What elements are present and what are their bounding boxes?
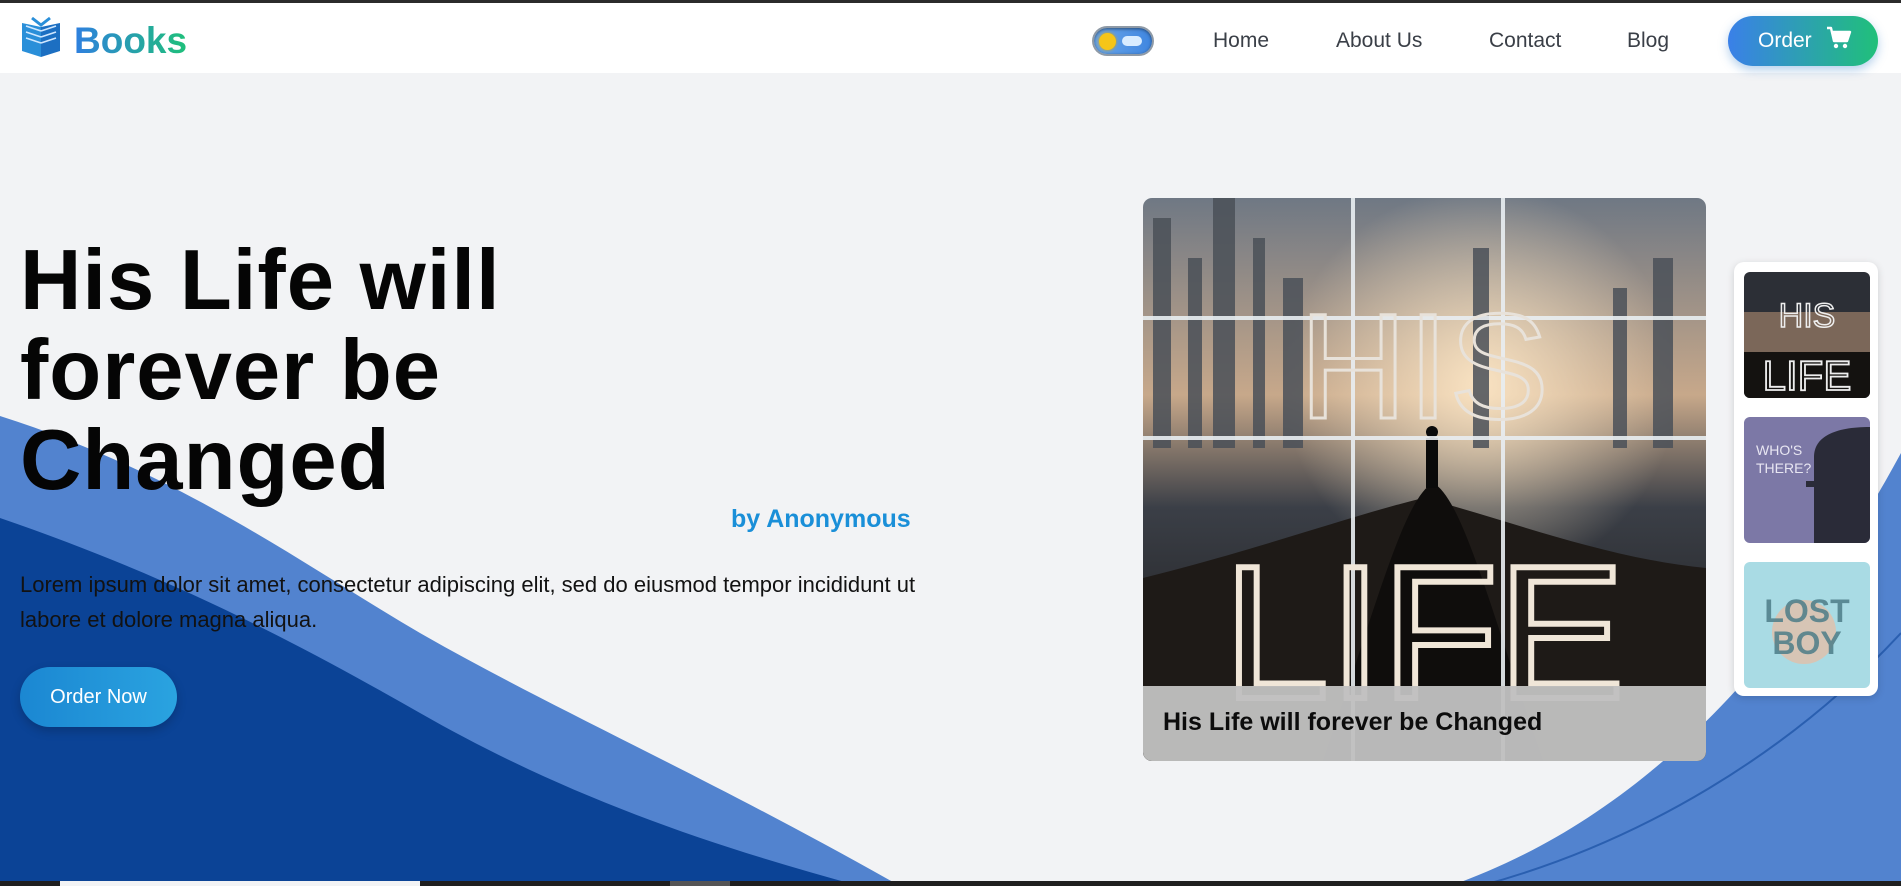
scroll-segment: [670, 881, 730, 886]
cloud-icon: [1122, 36, 1142, 46]
bottom-scroll-indicator: [0, 881, 1901, 886]
brand-name: Books: [74, 19, 188, 61]
nav-blog[interactable]: Blog: [1627, 29, 1669, 53]
thumbnail-lost-boy[interactable]: LOST BOY: [1744, 562, 1870, 688]
order-button-label: Order: [1758, 29, 1812, 52]
theme-toggle[interactable]: [1094, 28, 1152, 54]
svg-text:LIFE: LIFE: [1763, 352, 1852, 398]
order-now-button[interactable]: Order Now: [20, 667, 177, 727]
nav-contact[interactable]: Contact: [1489, 29, 1561, 53]
svg-text:HIS: HIS: [1779, 297, 1836, 335]
featured-cover-art: HIS LIFE: [1143, 198, 1706, 761]
site-header: Books Home About Us Contact Blog Order: [0, 3, 1901, 73]
cart-icon: [1826, 26, 1852, 56]
hero-title: His Life will forever be Changed: [20, 233, 501, 508]
scroll-segment-active: [60, 881, 420, 886]
svg-text:THERE?: THERE?: [1756, 460, 1811, 476]
featured-caption: His Life will forever be Changed: [1143, 686, 1706, 761]
thumbnail-his-life[interactable]: HIS LIFE: [1744, 272, 1870, 398]
nav-about-us[interactable]: About Us: [1336, 29, 1422, 53]
featured-cover-title-top: HIS: [1299, 282, 1549, 450]
thumbnail-whos-there[interactable]: WHO'S THERE?: [1744, 417, 1870, 543]
hero-description: Lorem ipsum dolor sit amet, consectetur …: [20, 572, 916, 632]
svg-text:BOY: BOY: [1772, 625, 1841, 661]
nav-home[interactable]: Home: [1213, 29, 1269, 53]
hero-author: by Anonymous: [731, 505, 911, 533]
sun-icon: [1099, 33, 1116, 50]
svg-text:LOST: LOST: [1764, 593, 1850, 629]
order-button[interactable]: Order: [1728, 16, 1878, 66]
brand-logo[interactable]: Books: [18, 15, 187, 66]
svg-text:WHO'S: WHO'S: [1756, 442, 1802, 458]
thumbnail-list: HIS LIFE WHO'S THERE? LOST BOY: [1734, 262, 1878, 696]
open-book-icon: [18, 15, 64, 66]
featured-book-cover[interactable]: HIS LIFE His Life will forever be Change…: [1143, 198, 1706, 761]
